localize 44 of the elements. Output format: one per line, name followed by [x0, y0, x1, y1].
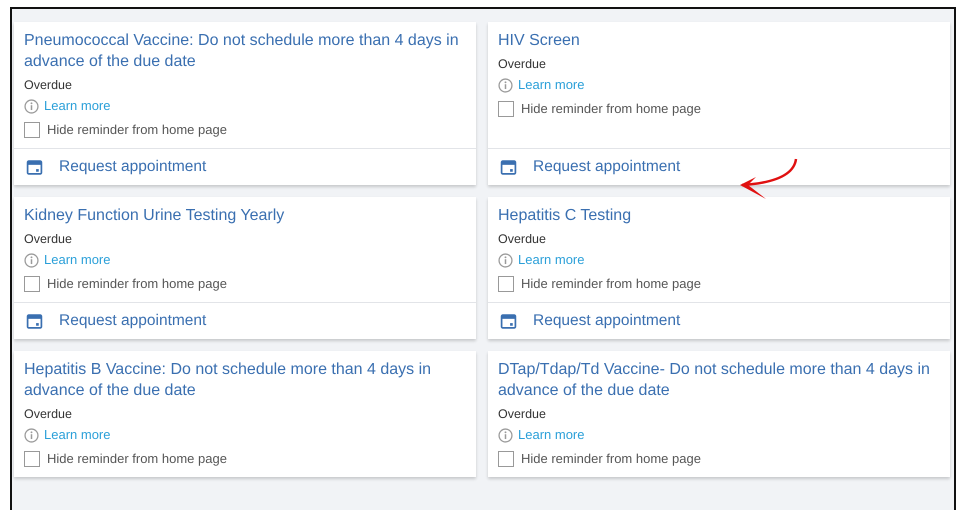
- info-icon: [24, 428, 39, 442]
- info-icon: [498, 78, 513, 92]
- status-text: Overdue: [498, 406, 546, 423]
- info-icon: [24, 252, 39, 268]
- reminder-title-link[interactable]: DTap/Tdap/Td Vaccine- Do not schedule more than 4 days in advance of the due date: [498, 359, 940, 401]
- reminder-title-link[interactable]: Kidney Function Urine Testing Yearly: [24, 205, 284, 226]
- status-text: Overdue: [24, 406, 72, 423]
- status-text: Overdue: [498, 231, 546, 248]
- request-appointment-button[interactable]: Request appointment: [488, 302, 950, 339]
- hide-checkbox[interactable]: [498, 451, 514, 467]
- info-icon: [498, 428, 513, 442]
- request-appointment-button[interactable]: Request appointment: [14, 302, 476, 339]
- calendar-icon: [500, 158, 517, 176]
- reminder-title-link[interactable]: HIV Screen: [498, 30, 580, 51]
- learn-more-link[interactable]: Learn more: [518, 250, 584, 270]
- hide-checkbox[interactable]: [24, 122, 40, 138]
- hide-reminder-label: Hide reminder from home page: [47, 121, 227, 139]
- hide-reminder-label: Hide reminder from home page: [47, 275, 227, 293]
- hide-reminder-label: Hide reminder from home page: [521, 100, 701, 118]
- info-icon: [498, 252, 513, 268]
- learn-more-link[interactable]: Learn more: [44, 250, 110, 270]
- request-appointment-button[interactable]: Request appointment: [488, 148, 950, 185]
- hide-checkbox[interactable]: [24, 276, 40, 292]
- reminder-title-link[interactable]: Pneumococcal Vaccine: Do not schedule more than 4 days in advance of the due date: [24, 30, 466, 72]
- hide-reminder-label: Hide reminder from home page: [521, 450, 701, 468]
- info-icon: [24, 98, 39, 114]
- learn-more-link[interactable]: Learn more: [518, 75, 584, 95]
- hide-checkbox[interactable]: [24, 451, 40, 467]
- reminder-title-link[interactable]: Hepatitis C Testing: [498, 205, 632, 226]
- hide-checkbox[interactable]: [498, 101, 514, 117]
- calendar-icon: [26, 158, 43, 176]
- status-text: Overdue: [24, 231, 72, 248]
- calendar-icon: [26, 312, 43, 330]
- learn-more-link[interactable]: Learn more: [44, 425, 110, 445]
- hide-checkbox[interactable]: [498, 276, 514, 292]
- status-text: Overdue: [498, 56, 546, 73]
- hide-reminder-label: Hide reminder from home page: [521, 275, 701, 293]
- learn-more-link[interactable]: Learn more: [518, 425, 584, 445]
- request-appointment-button[interactable]: Request appointment: [14, 148, 476, 185]
- learn-more-link[interactable]: Learn more: [44, 96, 110, 116]
- calendar-icon: [500, 312, 517, 330]
- hide-reminder-label: Hide reminder from home page: [47, 450, 227, 468]
- reminder-title-link[interactable]: Hepatitis B Vaccine: Do not schedule more than 4 days in advance of the due date: [24, 359, 466, 401]
- status-text: Overdue: [24, 77, 72, 94]
